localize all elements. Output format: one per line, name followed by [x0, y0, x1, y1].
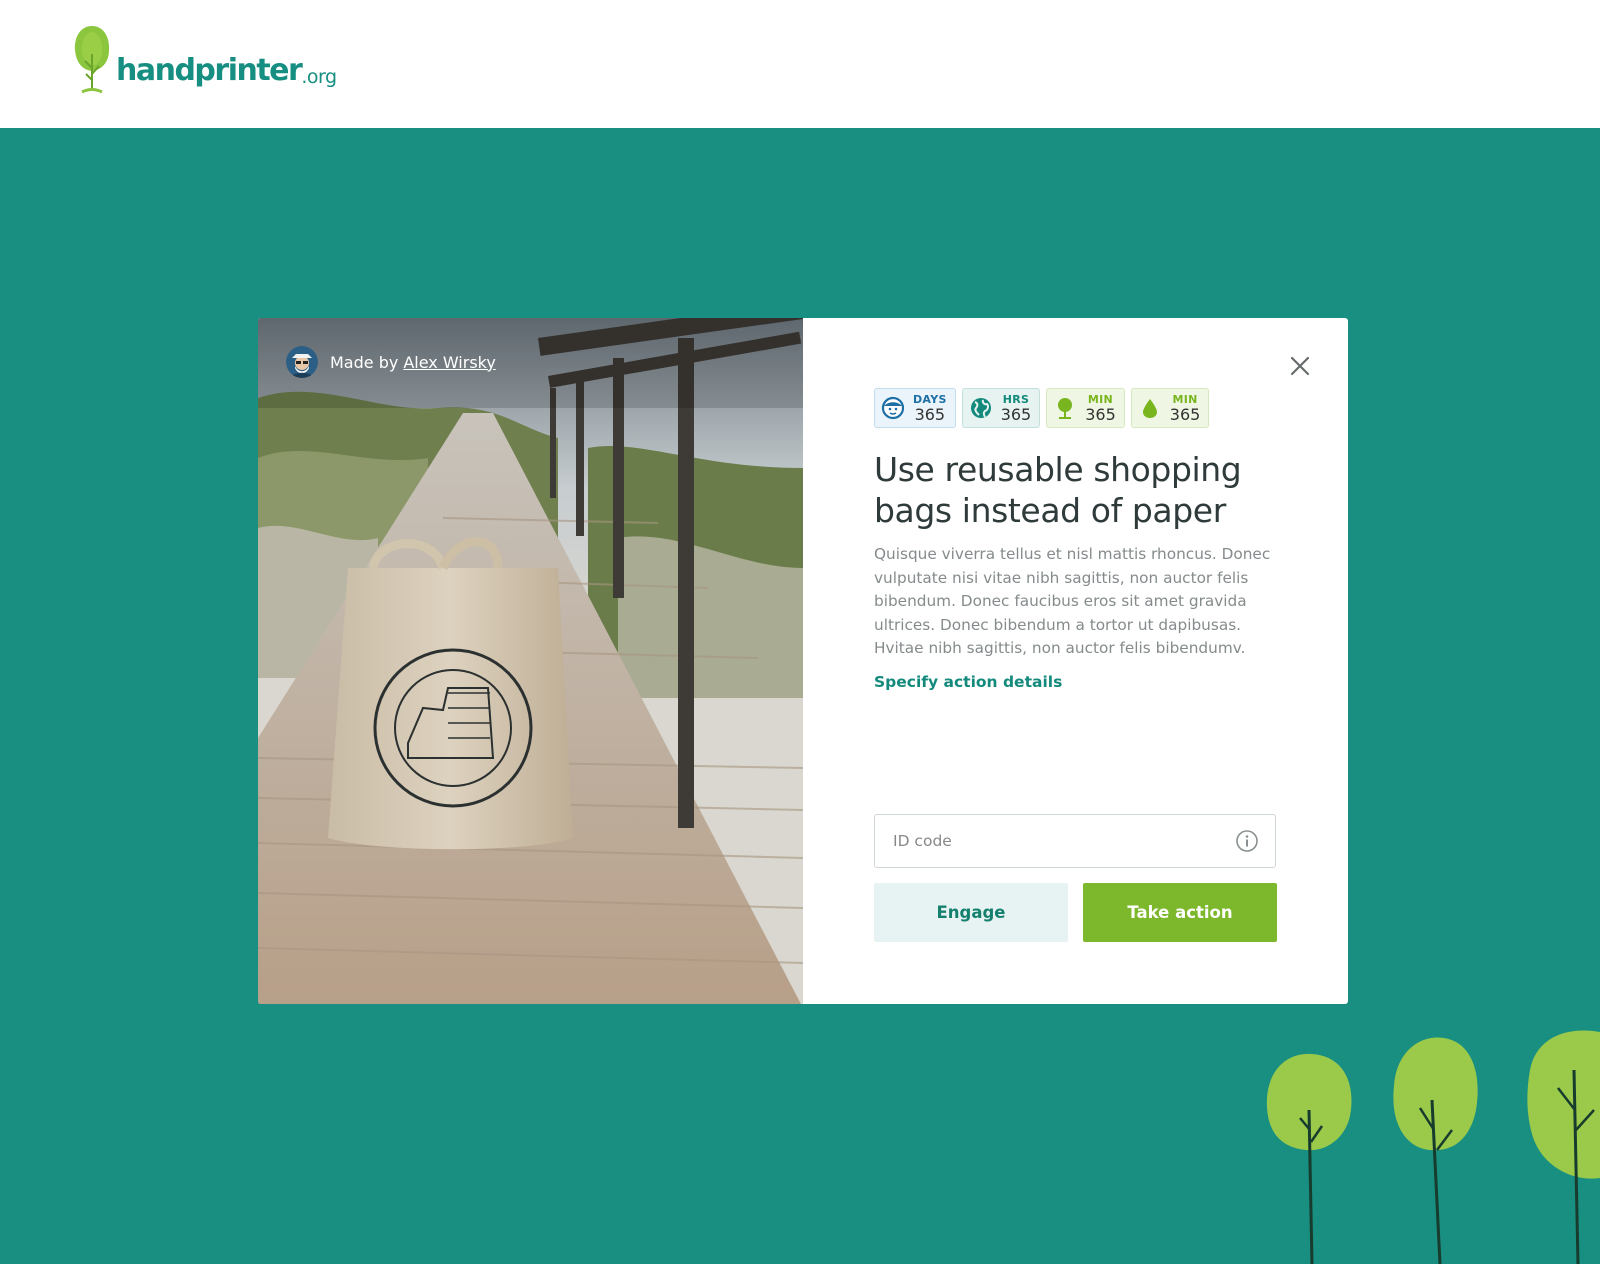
stat-value: 365 [1000, 404, 1032, 424]
specify-details-link[interactable]: Specify action details [874, 673, 1062, 691]
water-drop-icon [1137, 395, 1163, 421]
globe-icon [968, 395, 994, 421]
stat-unit: MIN [1172, 392, 1198, 406]
logo-wordmark: handprinter [116, 53, 303, 88]
take-action-button[interactable]: Take action [1083, 883, 1277, 942]
stat-minutes-trees: MIN 365 [1046, 388, 1125, 428]
handprinter-logo[interactable]: handprinter .org [72, 24, 337, 94]
impact-stats: DAYS 365 HRS 365 MIN 365 MIN 365 [874, 388, 1277, 428]
tree-illustration-icon [1266, 1053, 1352, 1264]
stat-days: DAYS 365 [874, 388, 956, 428]
author-link[interactable]: Alex Wirsky [403, 353, 496, 372]
decorative-trees [1266, 1030, 1600, 1264]
tree-illustration-icon [1393, 1037, 1478, 1264]
author-avatar [286, 346, 318, 378]
stat-value: 365 [1169, 404, 1201, 424]
id-code-field [874, 814, 1276, 868]
info-icon[interactable] [1235, 829, 1259, 853]
stat-unit: HRS [1002, 392, 1030, 406]
main-background: Made by Alex Wirsky DAYS 365 HRS 365 MIN… [0, 128, 1600, 1264]
boardwalk-bag-image [258, 318, 803, 1004]
credit-prefix: Made by [330, 352, 399, 372]
logo-domain-suffix: .org [301, 66, 337, 88]
action-buttons: Engage Take action [874, 883, 1277, 942]
stat-minutes-water: MIN 365 [1130, 388, 1210, 428]
tree-illustration-icon [1527, 1030, 1600, 1264]
site-header: handprinter .org [0, 0, 1600, 128]
action-modal: Made by Alex Wirsky DAYS 365 HRS 365 MIN… [258, 318, 1348, 1004]
close-icon[interactable] [1286, 352, 1314, 380]
stat-hours: HRS 365 [961, 388, 1041, 428]
action-description: Quisque viverra tellus et nisl mattis rh… [874, 545, 1271, 658]
action-title: Use reusable shopping bags instead of pa… [874, 450, 1242, 530]
action-details-panel: DAYS 365 HRS 365 MIN 365 MIN 365 Use reu… [803, 318, 1348, 1004]
tree-icon [1052, 395, 1078, 421]
tree-logo-icon [74, 26, 110, 94]
photo-credit: Made by Alex Wirsky [286, 346, 496, 378]
stat-unit: MIN [1087, 392, 1114, 406]
face-icon [880, 395, 906, 421]
action-photo: Made by Alex Wirsky [258, 318, 803, 1004]
stat-value: 365 [914, 404, 946, 424]
engage-button[interactable]: Engage [874, 883, 1068, 942]
stat-unit: DAYS [913, 392, 947, 406]
id-code-input[interactable] [893, 832, 1235, 850]
stat-value: 365 [1085, 404, 1116, 424]
